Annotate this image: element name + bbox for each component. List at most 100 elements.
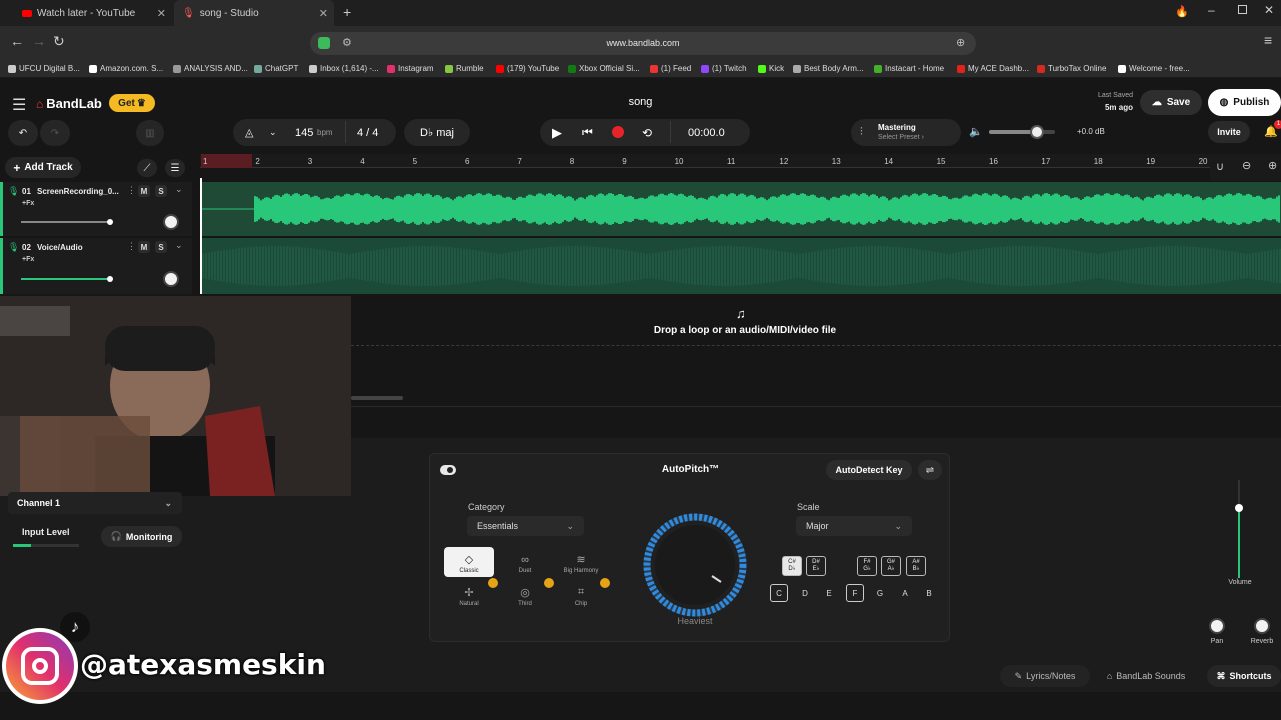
magnet-icon[interactable]: ∪ bbox=[1216, 160, 1224, 173]
volume-fader[interactable] bbox=[1220, 480, 1260, 578]
share-icon[interactable]: ⊕ bbox=[956, 36, 965, 49]
master-volume-slider[interactable] bbox=[989, 125, 1055, 139]
reload-icon[interactable]: ↻ bbox=[53, 33, 65, 50]
key-g-sharp[interactable]: G# A♭ bbox=[881, 556, 901, 576]
key-d[interactable]: D bbox=[796, 584, 814, 602]
add-track-button[interactable]: + Add Track bbox=[5, 157, 81, 178]
category-natural[interactable]: ✢ Natural bbox=[444, 580, 494, 610]
key-e[interactable]: E bbox=[820, 584, 838, 602]
track-lane-1[interactable] bbox=[200, 182, 1281, 236]
more-icon[interactable]: ⋮ bbox=[127, 241, 136, 252]
autopitch-settings-button[interactable]: ⇌ bbox=[918, 460, 942, 480]
piano-button[interactable]: ▥ bbox=[136, 120, 164, 146]
forward-icon[interactable]: → bbox=[32, 33, 46, 49]
key-selector[interactable]: D♭ maj bbox=[404, 119, 470, 146]
solo-button[interactable]: S bbox=[155, 185, 167, 197]
url-bar[interactable]: ⚙ www.bandlab.com ⊕ bbox=[310, 32, 976, 55]
bookmark-item[interactable]: Instacart - Home bbox=[874, 64, 944, 73]
play-icon[interactable]: ▶ bbox=[552, 125, 562, 141]
category-select[interactable]: Essentials ⌄ bbox=[467, 516, 584, 536]
bookmark-item[interactable]: TurboTax Online bbox=[1037, 64, 1106, 73]
publish-button[interactable]: ◍ Publish bbox=[1208, 89, 1281, 116]
tab-youtube[interactable]: Watch later - YouTube ✕ bbox=[14, 0, 172, 26]
key-d-sharp[interactable]: D# E♭ bbox=[806, 556, 826, 576]
bookmark-item[interactable]: UFCU Digital B... bbox=[8, 64, 80, 73]
fx-button[interactable]: +Fx bbox=[22, 256, 34, 263]
speaker-icon[interactable]: 🔈 bbox=[969, 125, 983, 138]
bookmark-item[interactable]: Rumble bbox=[445, 64, 484, 73]
bookmark-item[interactable]: (179) YouTube bbox=[496, 64, 559, 73]
bookmark-item[interactable]: (1) Feed bbox=[650, 64, 691, 73]
bookmark-item[interactable]: Inbox (1,614) -... bbox=[309, 64, 379, 73]
track-name[interactable]: Voice/Audio bbox=[37, 243, 83, 252]
tab-studio[interactable]: 🎙 song - Studio ✕ bbox=[174, 0, 334, 26]
category-big-harmony[interactable]: ≋ Big Harmony bbox=[556, 547, 606, 577]
key-g[interactable]: G bbox=[871, 584, 889, 602]
new-tab-icon[interactable]: + bbox=[343, 4, 351, 20]
bookmark-item[interactable]: My ACE Dashb... bbox=[957, 64, 1029, 73]
more-icon[interactable]: ⋮ bbox=[127, 185, 136, 196]
bandlab-logo[interactable]: ⌂ BandLab bbox=[36, 96, 102, 111]
hamburger-menu-icon[interactable]: ☰ bbox=[12, 95, 26, 115]
heaviness-dial[interactable] bbox=[636, 506, 754, 624]
category-chip[interactable]: ⌗ Chip bbox=[556, 580, 606, 610]
track-volume-thumb[interactable] bbox=[107, 276, 113, 282]
category-classic[interactable]: ◇ Classic bbox=[444, 547, 494, 577]
bookmark-item[interactable]: Welcome - free... bbox=[1118, 64, 1190, 73]
close-icon[interactable]: ✕ bbox=[319, 7, 328, 20]
pan-knob[interactable] bbox=[163, 214, 179, 230]
mute-button[interactable]: M bbox=[138, 185, 150, 197]
category-third[interactable]: ◎ Third bbox=[500, 580, 550, 610]
horizontal-scrollbar[interactable] bbox=[351, 396, 403, 400]
bookmark-item[interactable]: Amazon.com. S... bbox=[89, 64, 163, 73]
fx-button[interactable]: +Fx bbox=[22, 200, 34, 207]
lyrics-notes-button[interactable]: ✎ Lyrics/Notes bbox=[1000, 665, 1090, 687]
time-signature[interactable]: 4 / 4 bbox=[357, 127, 378, 139]
redo-button[interactable]: ↷ bbox=[40, 120, 70, 146]
metronome-icon[interactable]: ◬ bbox=[245, 126, 253, 139]
back-icon[interactable]: ← bbox=[10, 33, 24, 49]
menu-icon[interactable]: ≡ bbox=[1264, 32, 1272, 48]
flame-icon[interactable]: 🔥 bbox=[1175, 5, 1189, 18]
chevron-down-icon[interactable]: ⌄ bbox=[175, 184, 183, 195]
zoom-out-icon[interactable]: ⊖ bbox=[1242, 159, 1251, 172]
autodetect-key-button[interactable]: AutoDetect Key bbox=[826, 460, 912, 480]
track-volume-thumb[interactable] bbox=[107, 219, 113, 225]
drop-zone[interactable]: ♫ Drop a loop or an audio/MIDI/video fil… bbox=[351, 296, 1281, 346]
maximize-icon[interactable] bbox=[1238, 5, 1247, 14]
track-lane-2[interactable] bbox=[200, 238, 1281, 294]
key-a-sharp[interactable]: A# B♭ bbox=[906, 556, 926, 576]
close-window-icon[interactable]: ✕ bbox=[1264, 3, 1274, 17]
chevron-down-icon[interactable]: ⌄ bbox=[269, 127, 277, 138]
bandlab-sounds-button[interactable]: ⌂ BandLab Sounds bbox=[1094, 665, 1198, 687]
bookmark-item[interactable]: ANALYSIS AND... bbox=[173, 64, 248, 73]
minimize-icon[interactable]: – bbox=[1208, 3, 1215, 17]
bookmark-item[interactable]: (1) Twitch bbox=[701, 64, 747, 73]
volume-fader-thumb[interactable] bbox=[1235, 504, 1243, 512]
key-f-sharp[interactable]: F# G♭ bbox=[857, 556, 877, 576]
loop-region[interactable] bbox=[201, 154, 252, 168]
monitoring-button[interactable]: 🎧 Monitoring bbox=[101, 526, 182, 547]
solo-button[interactable]: S bbox=[155, 241, 167, 253]
close-icon[interactable]: ✕ bbox=[157, 7, 166, 20]
key-f[interactable]: F bbox=[846, 584, 864, 602]
loop-icon[interactable]: ⟲ bbox=[642, 126, 652, 140]
mute-button[interactable]: M bbox=[138, 241, 150, 253]
track-header-1[interactable]: 🎙 01 ScreenRecording_0... ⋮ M S ⌄ +Fx bbox=[0, 182, 192, 236]
zoom-in-icon[interactable]: ⊕ bbox=[1268, 159, 1277, 172]
wand-button[interactable]: ⟋ bbox=[137, 159, 157, 177]
autopitch-toggle[interactable] bbox=[440, 465, 456, 475]
track-volume-slider[interactable] bbox=[21, 278, 111, 280]
track-volume-slider[interactable] bbox=[21, 221, 111, 223]
get-premium-button[interactable]: Get ♛ bbox=[109, 94, 155, 112]
pan-knob[interactable] bbox=[163, 271, 179, 287]
bookmark-item[interactable]: ChatGPT bbox=[254, 64, 298, 73]
track-settings-button[interactable]: ☰ bbox=[165, 159, 185, 177]
key-b[interactable]: B bbox=[920, 584, 938, 602]
track-header-2[interactable]: 🎙 02 Voice/Audio ⋮ M S ⌄ +Fx bbox=[0, 238, 192, 294]
pan-knob[interactable] bbox=[1209, 618, 1225, 634]
save-button[interactable]: ☁ Save bbox=[1140, 90, 1202, 115]
bookmark-item[interactable]: Instagram bbox=[387, 64, 434, 73]
key-c[interactable]: C bbox=[770, 584, 788, 602]
track-name[interactable]: ScreenRecording_0... bbox=[37, 187, 125, 196]
